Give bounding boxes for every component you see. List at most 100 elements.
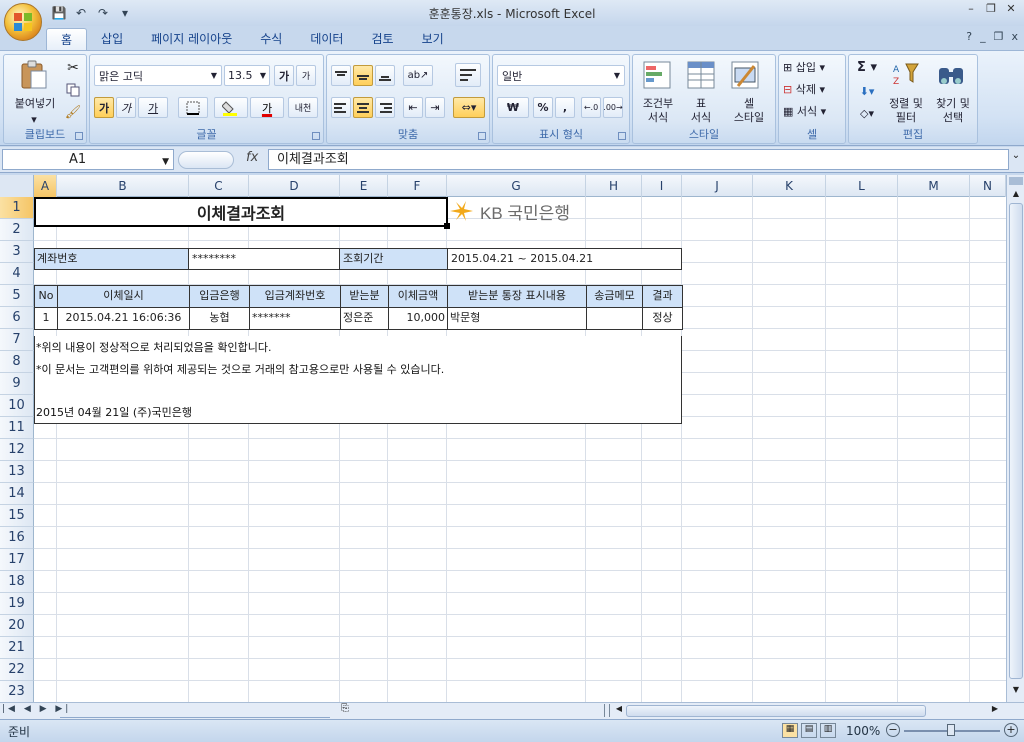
format-as-table-button[interactable]: 표 서식: [679, 97, 723, 125]
row-header-17[interactable]: 17: [0, 549, 34, 571]
header-no[interactable]: No: [34, 285, 58, 308]
sort-filter-button[interactable]: 정렬 및 필터: [879, 97, 933, 125]
sort-filter-icon[interactable]: AZ: [891, 59, 921, 91]
worksheet-grid[interactable]: ABCDEFGHIJKLMN 이체결과조회 KB 국민은행 계좌번호 *****…: [0, 175, 1006, 702]
column-header-d[interactable]: D: [249, 175, 340, 197]
increase-indent-button[interactable]: ⇥: [425, 97, 445, 118]
row-header-15[interactable]: 15: [0, 505, 34, 527]
cell-styles-icon[interactable]: [729, 59, 761, 91]
align-middle-button[interactable]: [353, 65, 373, 86]
font-launcher-icon[interactable]: [312, 132, 320, 140]
conditional-formatting-icon[interactable]: [641, 59, 673, 91]
header-recipient-memo[interactable]: 받는분 통장 표시내용: [447, 285, 587, 308]
office-button[interactable]: [4, 3, 42, 41]
issue-date-footer[interactable]: 2015년 04월 21일 (주)국민은행: [36, 402, 192, 423]
format-painter-icon[interactable]: 🖌: [64, 103, 82, 121]
row-header-21[interactable]: 21: [0, 637, 34, 659]
cell-styles-button[interactable]: 셀 스타일: [723, 97, 775, 125]
tab-formulas[interactable]: 수식: [246, 28, 296, 50]
column-header-e[interactable]: E: [340, 175, 388, 197]
format-as-table-icon[interactable]: [685, 59, 717, 91]
report-title[interactable]: 이체결과조회: [34, 197, 448, 227]
shrink-font-button[interactable]: 가: [296, 65, 316, 86]
cell-transfer-datetime[interactable]: 2015.04.21 16:06:36: [57, 307, 190, 330]
row-header-10[interactable]: 10: [0, 395, 34, 417]
cut-icon[interactable]: ✂: [64, 59, 82, 77]
copy-icon[interactable]: [64, 81, 82, 99]
formula-input[interactable]: 이체결과조회: [268, 149, 1009, 170]
split-box[interactable]: [1009, 177, 1023, 185]
font-color-button[interactable]: 가: [250, 97, 284, 118]
wrap-text-button[interactable]: [455, 63, 481, 87]
paste-button[interactable]: 붙여넣기: [6, 97, 64, 111]
comma-button[interactable]: ,: [555, 97, 575, 118]
merge-center-button[interactable]: ⇔▾: [453, 97, 485, 118]
zoom-slider-thumb[interactable]: [947, 724, 955, 736]
workbook-restore-button[interactable]: ❐: [994, 30, 1004, 43]
column-header-g[interactable]: G: [447, 175, 586, 197]
row-header-13[interactable]: 13: [0, 461, 34, 483]
cell-deposit-account[interactable]: *******: [249, 307, 341, 330]
note-confirm[interactable]: *위의 내용이 정상적으로 처리되었음을 확인합니다.: [36, 337, 272, 358]
format-cells-button[interactable]: ▦ 서식 ▾: [783, 105, 843, 119]
header-transfer-datetime[interactable]: 이체일시: [57, 285, 190, 308]
alignment-launcher-icon[interactable]: [478, 132, 486, 140]
delete-cells-button[interactable]: ⊟ 삭제 ▾: [783, 83, 843, 97]
header-bank[interactable]: 입금은행: [189, 285, 250, 308]
column-header-h[interactable]: H: [586, 175, 642, 197]
vertical-scroll-thumb[interactable]: [1009, 203, 1023, 679]
column-header-f[interactable]: F: [388, 175, 447, 197]
percent-button[interactable]: %: [533, 97, 553, 118]
cell-result[interactable]: 정상: [642, 307, 683, 330]
cell-remittance-memo[interactable]: [586, 307, 643, 330]
tab-view[interactable]: 보기: [408, 28, 458, 50]
insert-function-icon[interactable]: fx: [246, 150, 258, 165]
header-amount[interactable]: 이체금액: [388, 285, 448, 308]
fill-handle[interactable]: [444, 223, 450, 229]
close-button[interactable]: ✕: [1002, 2, 1020, 18]
row-header-23[interactable]: 23: [0, 681, 34, 702]
row-header-14[interactable]: 14: [0, 483, 34, 505]
tab-data[interactable]: 데이터: [296, 28, 357, 50]
paste-icon[interactable]: [18, 59, 50, 91]
number-format-select[interactable]: 일반 ▼: [497, 65, 625, 86]
cell-recipient[interactable]: 정은준: [340, 307, 389, 330]
row-header-4[interactable]: 4: [0, 263, 34, 285]
fill-icon[interactable]: ⬇▾: [855, 85, 879, 99]
borders-button[interactable]: [178, 97, 208, 118]
row-header-2[interactable]: 2: [0, 219, 34, 241]
horizontal-scroll-thumb[interactable]: [626, 705, 926, 717]
row-header-22[interactable]: 22: [0, 659, 34, 681]
row-header-9[interactable]: 9: [0, 373, 34, 395]
tab-split-handle[interactable]: [604, 704, 610, 717]
zoom-level[interactable]: 100%: [846, 724, 880, 738]
header-result[interactable]: 결과: [642, 285, 683, 308]
row-header-6[interactable]: 6: [0, 307, 34, 329]
bold-button[interactable]: 가: [94, 97, 114, 118]
scroll-up-icon[interactable]: ▲: [1009, 187, 1023, 201]
decrease-decimal-button[interactable]: .00→: [603, 97, 623, 118]
formula-bar-resize-handle[interactable]: [178, 151, 234, 169]
column-header-j[interactable]: J: [682, 175, 753, 197]
header-recipient[interactable]: 받는분: [340, 285, 389, 308]
zoom-in-icon[interactable]: +: [1004, 723, 1018, 737]
workbook-close-button[interactable]: x: [1011, 30, 1018, 43]
row-header-18[interactable]: 18: [0, 571, 34, 593]
clipboard-launcher-icon[interactable]: [75, 132, 83, 140]
period-label[interactable]: 조회기간: [339, 248, 448, 270]
column-header-a[interactable]: A: [34, 175, 57, 197]
scroll-down-icon[interactable]: ▼: [1009, 683, 1023, 697]
align-left-button[interactable]: [331, 97, 351, 118]
column-header-n[interactable]: N: [970, 175, 1006, 197]
increase-decimal-button[interactable]: ←.0: [581, 97, 601, 118]
tab-page-layout[interactable]: 페이지 레이아웃: [137, 28, 246, 50]
column-header-l[interactable]: L: [826, 175, 898, 197]
row-header-3[interactable]: 3: [0, 241, 34, 263]
expand-formula-bar-icon[interactable]: ⌄: [1010, 150, 1022, 170]
scroll-left-icon[interactable]: ◀: [614, 704, 624, 717]
select-all-corner[interactable]: [0, 175, 34, 197]
minimize-button[interactable]: –: [962, 2, 980, 18]
underline-button[interactable]: 가: [138, 97, 168, 118]
header-deposit-account[interactable]: 입금계좌번호: [249, 285, 341, 308]
help-icon[interactable]: ?: [966, 30, 972, 43]
